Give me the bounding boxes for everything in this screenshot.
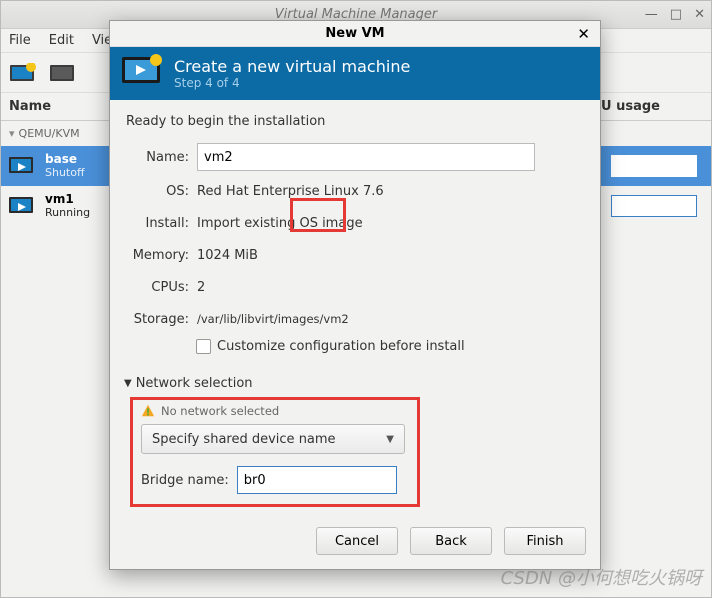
close-icon[interactable]: ✕ xyxy=(577,25,590,43)
warning-icon xyxy=(141,404,155,418)
cpus-label: CPUs: xyxy=(124,280,189,295)
customize-label: Customize configuration before install xyxy=(217,339,465,354)
vm-state: Running xyxy=(45,207,90,219)
col-cpu[interactable]: U usage xyxy=(601,99,711,114)
vm-name: vm1 xyxy=(45,193,90,206)
network-highlight: No network selected Specify shared devic… xyxy=(130,397,420,507)
combo-value: Specify shared device name xyxy=(152,432,336,447)
vm-name: base xyxy=(45,153,85,166)
minimize-button[interactable]: — xyxy=(645,7,658,22)
chevron-down-icon: ▼ xyxy=(386,434,394,445)
install-value: Import existing OS image xyxy=(197,216,363,231)
network-source-combo[interactable]: Specify shared device name ▼ xyxy=(141,424,405,454)
new-vm-icon[interactable] xyxy=(9,61,37,85)
network-section-toggle[interactable]: ▼ Network selection xyxy=(124,376,586,391)
new-vm-dialog: New VM ✕ Create a new virtual machine St… xyxy=(109,20,601,570)
vm-icon xyxy=(9,195,37,217)
memory-label: Memory: xyxy=(124,248,189,263)
dialog-footer: Cancel Back Finish xyxy=(110,517,600,569)
customize-row[interactable]: Customize configuration before install xyxy=(196,339,586,354)
bridge-name-input[interactable] xyxy=(237,466,397,494)
banner-heading: Create a new virtual machine xyxy=(174,57,410,76)
cpus-value: 2 xyxy=(197,280,205,295)
bridge-label: Bridge name: xyxy=(141,473,229,488)
window-buttons: — □ ✕ xyxy=(645,7,705,22)
close-button[interactable]: ✕ xyxy=(694,7,705,22)
open-vm-icon[interactable] xyxy=(49,61,77,85)
cpu-usage-bar xyxy=(611,195,697,217)
customize-checkbox[interactable] xyxy=(196,339,211,354)
maximize-button[interactable]: □ xyxy=(670,7,682,22)
wizard-icon xyxy=(122,54,162,94)
menu-file[interactable]: File xyxy=(9,33,31,48)
banner-step: Step 4 of 4 xyxy=(174,76,410,90)
dialog-title: New VM xyxy=(325,26,384,41)
ready-text: Ready to begin the installation xyxy=(126,114,586,129)
memory-value: 1024 MiB xyxy=(197,248,258,263)
vm-icon xyxy=(9,155,37,177)
name-input[interactable] xyxy=(197,143,535,171)
os-value: Red Hat Enterprise Linux 7.6 xyxy=(197,184,384,199)
dialog-titlebar: New VM ✕ xyxy=(110,21,600,47)
storage-value: /var/lib/libvirt/images/vm2 xyxy=(197,312,349,326)
finish-button[interactable]: Finish xyxy=(504,527,586,555)
dialog-body: Ready to begin the installation Name: OS… xyxy=(110,100,600,517)
chevron-down-icon: ▾ xyxy=(9,127,15,140)
cpu-usage-bar xyxy=(611,155,697,177)
dialog-banner: Create a new virtual machine Step 4 of 4 xyxy=(110,47,600,100)
vm-state: Shutoff xyxy=(45,167,85,179)
cancel-button[interactable]: Cancel xyxy=(316,527,398,555)
install-label: Install: xyxy=(124,216,189,231)
network-warning: No network selected xyxy=(141,404,409,418)
os-label: OS: xyxy=(124,184,189,199)
back-button[interactable]: Back xyxy=(410,527,492,555)
menu-edit[interactable]: Edit xyxy=(49,33,74,48)
chevron-down-icon: ▼ xyxy=(124,378,132,389)
name-label: Name: xyxy=(124,150,189,165)
storage-label: Storage: xyxy=(124,312,189,327)
